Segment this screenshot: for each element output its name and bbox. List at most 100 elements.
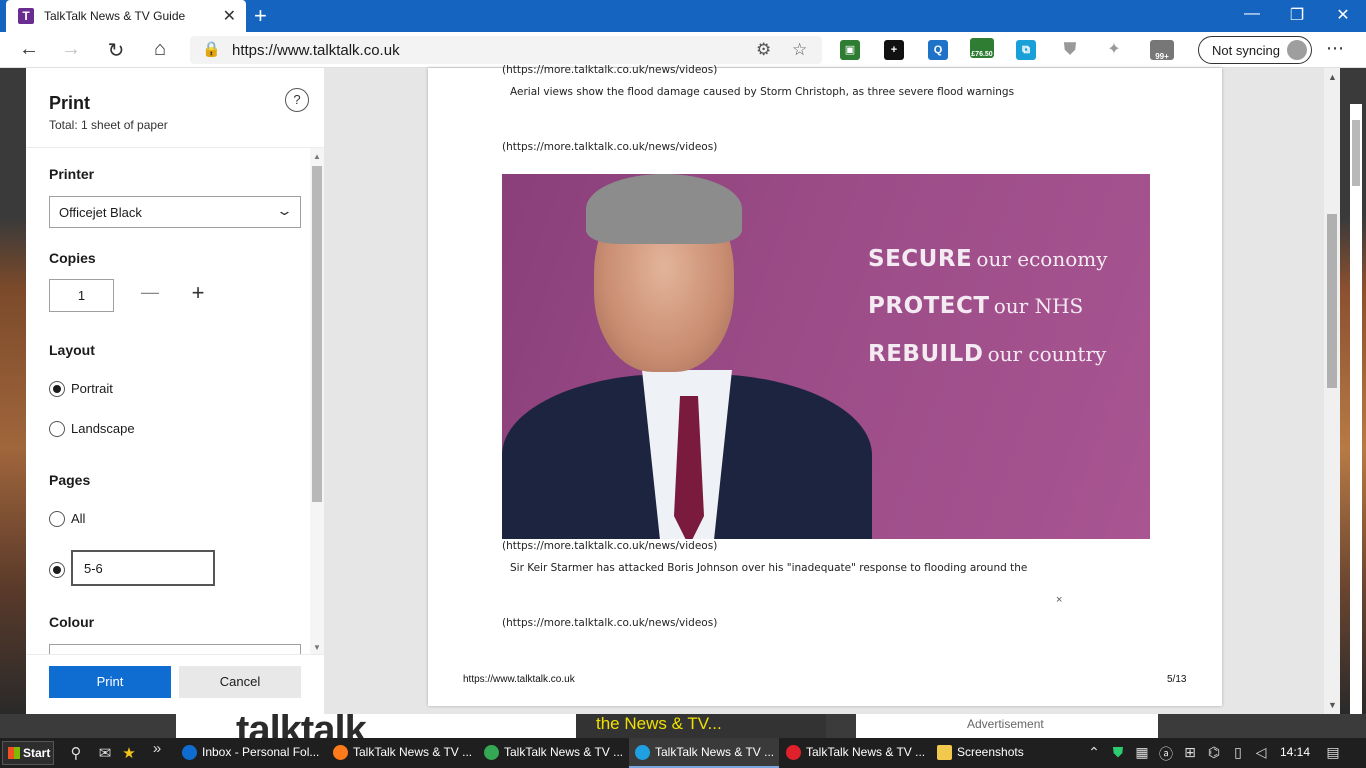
taskbar-item-active[interactable]: TalkTalk News & TV ... <box>629 738 779 768</box>
more-options-icon[interactable]: ⋯ <box>1326 38 1344 59</box>
forward-icon[interactable]: → <box>58 38 84 61</box>
start-button[interactable]: Start <box>2 741 54 765</box>
wifi-icon[interactable]: ⌬ <box>1205 744 1223 761</box>
page-scrollbar-thumb[interactable] <box>1352 120 1360 186</box>
scroll-down-icon[interactable]: ▼ <box>1328 700 1337 710</box>
tray-table-icon[interactable]: ▦ <box>1133 744 1151 761</box>
favorite-star-icon[interactable]: ☆ <box>792 40 807 60</box>
refresh-icon[interactable]: ↻ <box>103 38 129 63</box>
new-tab-icon[interactable]: + <box>254 3 267 29</box>
lock-icon[interactable]: 🔒 <box>202 40 221 58</box>
taskbar-item[interactable]: Screenshots <box>931 738 1081 768</box>
help-icon[interactable]: ? <box>285 88 309 112</box>
edge-icon <box>635 745 650 760</box>
slogan-weak: our country <box>987 342 1107 366</box>
scroll-up-icon[interactable]: ▲ <box>1328 72 1337 82</box>
print-actions: Print Cancel <box>26 654 324 714</box>
copies-input[interactable]: 1 <box>49 279 114 312</box>
print-settings-panel: Print Total: 1 sheet of paper ? Printer … <box>26 68 324 714</box>
pages-custom-option[interactable] <box>49 560 69 580</box>
pages-custom-radio[interactable] <box>49 562 65 578</box>
copies-plus-icon[interactable]: + <box>186 280 210 306</box>
mail-icon[interactable]: ✉ <box>95 744 115 762</box>
copies-minus-icon[interactable]: — <box>138 282 162 303</box>
restore-icon[interactable]: ❐ <box>1282 5 1312 25</box>
browser-tab[interactable]: T TalkTalk News & TV Guide ✕ <box>6 0 246 32</box>
taskbar-item-label: TalkTalk News & TV ... <box>806 745 926 759</box>
extension-stocks-icon[interactable]: £76.50 <box>970 38 994 58</box>
battery-icon[interactable]: ▯ <box>1229 744 1247 761</box>
tray-network-icon[interactable]: ⊞ <box>1181 744 1199 761</box>
pages-all-radio[interactable] <box>49 511 65 527</box>
shield-icon[interactable]: ⛊ <box>1060 40 1080 60</box>
settings-scrollbar[interactable]: ▲ ▼ <box>310 148 324 654</box>
url-text[interactable]: https://www.talktalk.co.uk <box>232 42 400 59</box>
scroll-down-icon[interactable]: ▼ <box>313 643 321 652</box>
taskbar-item[interactable]: TalkTalk News & TV ... <box>327 738 477 768</box>
tracking-prevention-icon[interactable]: ⚙ <box>756 40 771 60</box>
extension-bird-icon[interactable]: ✦ <box>1104 40 1124 60</box>
slogan-strong: SECURE <box>868 246 973 272</box>
print-button[interactable]: Print <box>49 666 171 698</box>
colour-select[interactable] <box>49 644 301 654</box>
portrait-label: Portrait <box>71 381 113 396</box>
extension-q-icon[interactable]: Q <box>928 40 948 60</box>
opera-icon <box>786 745 801 760</box>
print-total: Total: 1 sheet of paper <box>49 118 168 132</box>
slogan-strong: REBUILD <box>868 341 984 367</box>
page-scrollbar[interactable] <box>1350 104 1362 714</box>
tab-close-icon[interactable]: ✕ <box>223 6 236 26</box>
preview-footer-url: https://www.talktalk.co.uk <box>463 674 575 685</box>
taskbar-item-label: TalkTalk News & TV ... <box>655 745 775 759</box>
tray-expand-icon[interactable]: ⌃ <box>1085 744 1103 761</box>
slogan-weak: our economy <box>976 247 1108 271</box>
printer-select[interactable]: Officejet Black ⌄ <box>49 196 301 228</box>
tray-a-icon[interactable]: ⓐ <box>1157 744 1175 764</box>
taskbar-item[interactable]: Inbox - Personal Fol... <box>176 738 326 768</box>
pages-range-input[interactable]: 5-6 <box>71 550 215 586</box>
star-icon[interactable]: ★ <box>119 744 139 762</box>
background-logo: talktalk <box>236 714 367 738</box>
taskbar-item[interactable]: TalkTalk News & TV ... <box>780 738 930 768</box>
preview-link: (https://more.talktalk.co.uk/news/videos… <box>502 617 718 629</box>
search-icon[interactable]: ⚲ <box>66 744 86 762</box>
copies-label: Copies <box>49 250 96 266</box>
extension-copy-icon[interactable]: ⧉ <box>1016 40 1036 60</box>
printer-value: Officejet Black <box>59 205 142 220</box>
extension-green-icon[interactable]: ▣ <box>840 40 860 60</box>
minimize-icon[interactable]: — <box>1237 5 1267 23</box>
clock[interactable]: 14:14 <box>1280 745 1310 759</box>
preview-scrollbar-thumb[interactable] <box>1327 214 1337 388</box>
volume-icon[interactable]: ◁ <box>1252 744 1270 761</box>
notifications-icon[interactable]: ▤ <box>1324 744 1342 761</box>
extension-plus-icon[interactable]: + <box>884 40 904 60</box>
avatar <box>1287 40 1307 60</box>
image-slogan-line: REBUILD our country <box>868 341 1106 367</box>
home-icon[interactable]: ⌂ <box>147 38 173 61</box>
chevron-more-icon[interactable]: » <box>147 740 167 757</box>
portrait-radio[interactable] <box>49 381 65 397</box>
taskbar-item-label: TalkTalk News & TV ... <box>504 745 624 759</box>
window-close-icon[interactable]: ✕ <box>1328 5 1358 25</box>
chrome-icon <box>484 745 499 760</box>
image-slogan-line: PROTECT our NHS <box>868 293 1083 319</box>
colour-label: Colour <box>49 614 95 630</box>
start-label: Start <box>23 746 51 760</box>
preview-scrollbar[interactable]: ▲ ▼ <box>1324 68 1340 714</box>
tray-shield-icon[interactable]: ⛊ <box>1109 744 1127 761</box>
extension-badge-icon[interactable]: 99+ <box>1150 40 1174 61</box>
layout-label: Layout <box>49 342 95 358</box>
address-bar[interactable]: 🔒 https://www.talktalk.co.uk ⚙ ☆ <box>190 36 822 64</box>
taskbar-item[interactable]: TalkTalk News & TV ... <box>478 738 628 768</box>
back-icon[interactable]: ← <box>16 38 42 61</box>
slogan-weak: our NHS <box>993 294 1084 318</box>
scroll-up-icon[interactable]: ▲ <box>313 152 321 161</box>
settings-scrollbar-thumb[interactable] <box>312 166 322 502</box>
landscape-radio[interactable] <box>49 421 65 437</box>
folder-icon <box>937 745 952 760</box>
profile-sync-button[interactable]: Not syncing <box>1198 36 1312 64</box>
taskbar-item-label: Inbox - Personal Fol... <box>202 745 320 759</box>
cancel-button[interactable]: Cancel <box>179 666 301 698</box>
stocks-badge: £76.50 <box>971 51 993 58</box>
windows-logo-icon <box>8 747 20 759</box>
